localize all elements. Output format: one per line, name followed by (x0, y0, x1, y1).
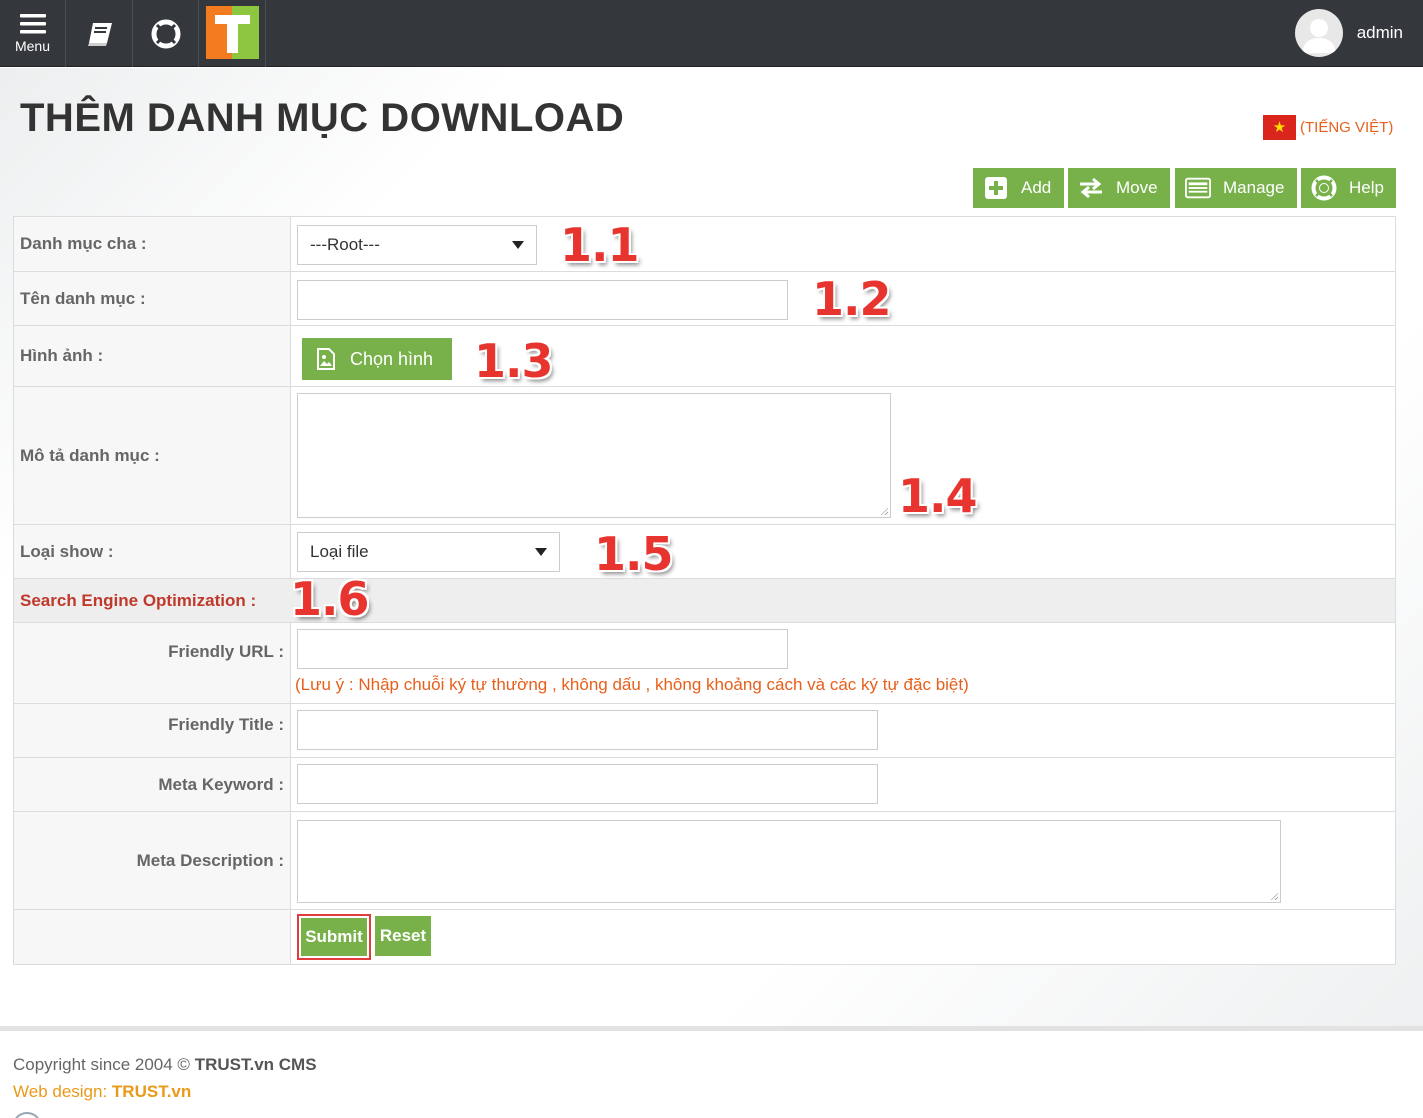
annotation-1-5: 1.5 (594, 527, 673, 581)
webdesign-link[interactable]: TRUST.vn (112, 1082, 191, 1101)
friendly-url-note: (Lưu ý : Nhập chuỗi ký tự thường , không… (295, 675, 969, 694)
hamburger-icon (19, 13, 46, 33)
form-row-show-type: Loại show : Loại file (14, 525, 1395, 579)
move-button[interactable]: Move (1068, 168, 1170, 208)
category-name-label: Tên danh mục : (14, 272, 291, 325)
empty-label-cell (14, 910, 291, 964)
menu-button[interactable]: Menu (0, 0, 66, 67)
top-navigation-bar: Menu admin (0, 0, 1423, 67)
annotation-1-1: 1.1 (560, 218, 639, 272)
lifebuoy-icon (1311, 175, 1337, 201)
language-switcher[interactable]: ★ (TIẾNG VIỆT) (1263, 115, 1393, 140)
language-label: (TIẾNG VIỆT) (1300, 119, 1394, 136)
swap-arrows-icon (1078, 175, 1104, 201)
annotation-1-4: 1.4 (898, 469, 977, 523)
form-row-friendly-url: Friendly URL : (Lưu ý : Nhập chuỗi ký tự… (14, 623, 1395, 704)
avatar (1294, 9, 1343, 57)
menu-label: Menu (14, 37, 51, 54)
add-label: Add (1021, 178, 1052, 197)
reset-button[interactable]: Reset (375, 916, 431, 956)
meta-description-textarea[interactable] (297, 820, 1281, 903)
show-type-select[interactable]: Loại file (297, 532, 560, 572)
description-textarea[interactable] (297, 393, 891, 518)
annotation-1-3: 1.3 (474, 334, 553, 388)
book-button[interactable] (67, 0, 133, 67)
choose-image-label: Chọn hình (350, 348, 434, 369)
chevron-down-icon (535, 548, 547, 556)
footer: Copyright since 2004 © TRUST.vn CMS Web … (0, 1031, 1423, 1118)
move-label: Move (1116, 178, 1158, 197)
form-row-image: Hình ảnh : Chọn hình (14, 326, 1395, 387)
list-icon (1185, 175, 1211, 201)
meta-keyword-label: Meta Keyword : (14, 758, 291, 811)
show-type-label: Loại show : (14, 525, 291, 578)
image-file-icon (317, 348, 335, 370)
form-row-seo-heading: Search Engine Optimization : (14, 579, 1395, 623)
support-button[interactable] (133, 0, 199, 67)
plus-icon (983, 175, 1009, 201)
trust-logo (206, 6, 259, 59)
form-row-description: Mô tả danh mục : (14, 387, 1395, 525)
resize-handle-icon[interactable] (880, 507, 888, 515)
page-title: THÊM DANH MỤC DOWNLOAD (20, 96, 625, 140)
help-label: Help (1349, 178, 1384, 197)
meta-description-label: Meta Description : (14, 812, 291, 909)
friendly-title-input[interactable] (297, 710, 878, 750)
parent-category-select[interactable]: ---Root--- (297, 225, 537, 265)
friendly-url-input[interactable] (297, 629, 788, 669)
show-type-value: Loại file (310, 542, 369, 561)
manage-button[interactable]: Manage (1175, 168, 1297, 208)
resize-handle-icon[interactable] (1270, 892, 1278, 900)
form-row-friendly-title: Friendly Title : (14, 704, 1395, 758)
logo-area[interactable] (199, 0, 266, 67)
form-row-name: Tên danh mục : (14, 272, 1395, 326)
form-row-buttons: Submit Reset (14, 910, 1395, 964)
username: admin (1356, 23, 1403, 42)
user-menu[interactable]: admin (1294, 9, 1403, 57)
form-row-meta-keyword: Meta Keyword : (14, 758, 1395, 812)
vietnam-flag-icon: ★ (1263, 115, 1296, 140)
description-label: Mô tả danh mục : (14, 387, 291, 524)
image-label: Hình ảnh : (14, 326, 291, 386)
category-form: Danh mục cha : ---Root--- Tên danh mục :… (13, 216, 1396, 965)
annotation-1-2: 1.2 (812, 272, 891, 326)
meta-keyword-input[interactable] (297, 764, 878, 804)
manage-label: Manage (1223, 178, 1285, 197)
webdesign-text: Web design: TRUST.vn (13, 1082, 192, 1101)
seo-heading: Search Engine Optimization : (14, 579, 1395, 622)
book-icon (87, 22, 112, 46)
help-button[interactable]: Help (1301, 168, 1396, 208)
friendly-title-label: Friendly Title : (14, 704, 291, 757)
scroll-top-icon[interactable] (12, 1112, 42, 1118)
lifebuoy-icon (151, 19, 180, 48)
add-button[interactable]: Add (973, 168, 1064, 208)
form-row-parent: Danh mục cha : ---Root--- (14, 217, 1395, 272)
friendly-url-label: Friendly URL : (14, 623, 291, 703)
chevron-down-icon (512, 241, 524, 249)
submit-button[interactable]: Submit (297, 914, 371, 960)
copyright-text: Copyright since 2004 © TRUST.vn CMS (13, 1055, 317, 1074)
parent-category-value: ---Root--- (310, 235, 380, 254)
submit-label: Submit (301, 918, 367, 956)
annotation-1-6: 1.6 (290, 572, 369, 626)
choose-image-button[interactable]: Chọn hình (302, 338, 452, 380)
category-name-input[interactable] (297, 280, 788, 320)
copyright-brand: TRUST.vn CMS (194, 1055, 317, 1074)
form-row-meta-description: Meta Description : (14, 812, 1395, 910)
parent-category-label: Danh mục cha : (14, 217, 291, 271)
